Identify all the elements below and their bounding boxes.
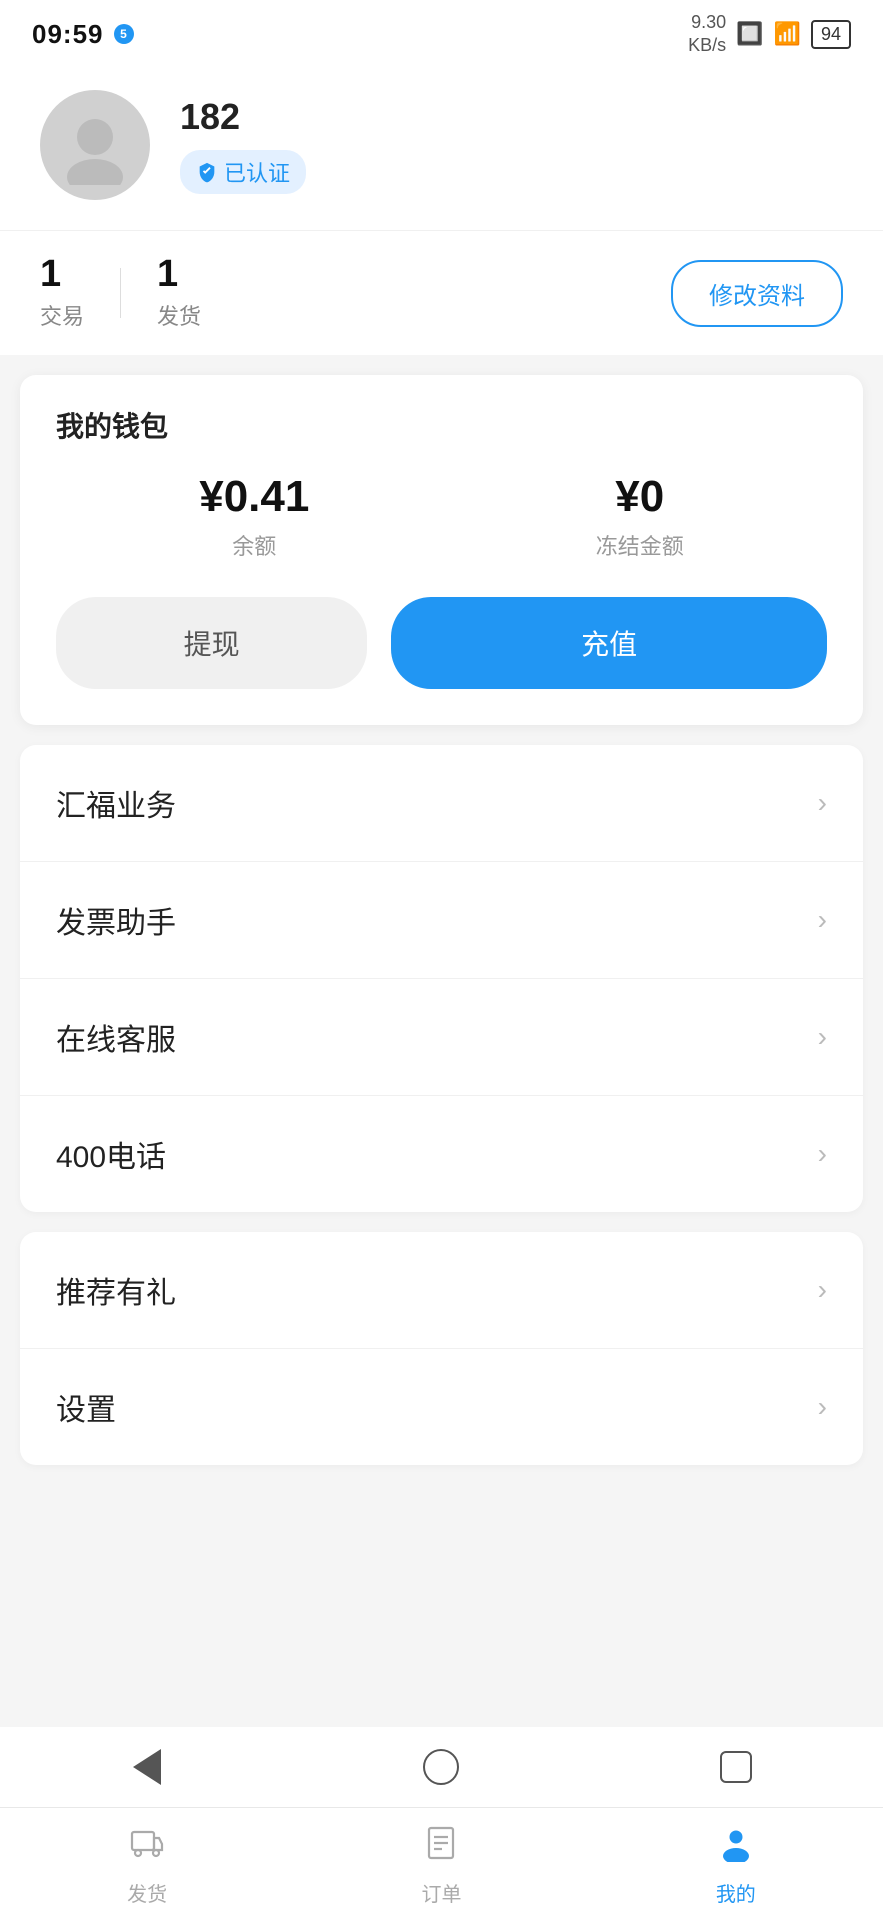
nav-label-shipping: 发货: [127, 1878, 167, 1907]
menu-group-2: 推荐有礼 › 设置 ›: [20, 1232, 863, 1465]
wallet-title: 我的钱包: [56, 405, 827, 445]
menu-item-settings[interactable]: 设置 ›: [20, 1349, 863, 1465]
transactions-label: 交易: [40, 299, 84, 331]
system-home-button[interactable]: [416, 1742, 466, 1792]
wifi-icon: 📶: [774, 21, 801, 47]
chevron-right-icon-2: ›: [818, 904, 827, 936]
chevron-right-icon-4: ›: [818, 1138, 827, 1170]
system-nav-bar: [0, 1727, 883, 1807]
bottom-nav: 发货 订单 我的: [0, 1807, 883, 1917]
menu-item-service-label: 在线客服: [56, 1015, 176, 1059]
stat-divider: [120, 268, 121, 318]
verified-badge: 已认证: [180, 150, 306, 194]
battery-icon: 94: [811, 20, 851, 49]
nav-label-orders: 订单: [421, 1878, 461, 1907]
chevron-right-icon-1: ›: [818, 787, 827, 819]
shield-icon: [196, 161, 218, 183]
menu-item-invoice-label: 发票助手: [56, 898, 176, 942]
profile-info: 182 已认证: [180, 96, 306, 194]
verified-label: 已认证: [224, 156, 290, 188]
nav-item-mine[interactable]: 我的: [589, 1824, 883, 1907]
menu-item-invoice[interactable]: 发票助手 ›: [20, 862, 863, 979]
shipments-label: 发货: [157, 299, 201, 331]
withdraw-button[interactable]: 提现: [56, 597, 367, 689]
menu-item-huifu-label: 汇福业务: [56, 781, 176, 825]
stats-section: 1 交易 1 发货 修改资料: [0, 230, 883, 355]
menu-item-phone-label: 400电话: [56, 1132, 166, 1176]
menu-item-huifu[interactable]: 汇福业务 ›: [20, 745, 863, 862]
shipping-nav-icon: [128, 1824, 166, 1872]
status-time: 09:59: [32, 19, 104, 50]
system-recents-button[interactable]: [711, 1742, 761, 1792]
avatar: [40, 90, 150, 200]
edit-profile-button[interactable]: 修改资料: [671, 260, 843, 327]
balance-value: ¥0.41: [199, 475, 309, 519]
menu-item-settings-label: 设置: [56, 1385, 116, 1429]
balance-item: ¥0.41 余额: [199, 475, 309, 561]
profile-section: 182 已认证: [0, 60, 883, 230]
frozen-item: ¥0 冻结金额: [596, 475, 684, 561]
transactions-count: 1: [40, 255, 61, 293]
recharge-button[interactable]: 充值: [391, 597, 827, 689]
speed-indicator: 9.30KB/s: [688, 11, 726, 58]
avatar-placeholder-icon: [55, 105, 135, 185]
status-bar: 09:59 5 9.30KB/s 🔲 📶 94: [0, 0, 883, 60]
shipments-count: 1: [157, 255, 178, 293]
menu-item-service[interactable]: 在线客服 ›: [20, 979, 863, 1096]
frozen-label: 冻结金额: [596, 529, 684, 561]
balance-label: 余额: [232, 529, 276, 561]
menu-item-referral[interactable]: 推荐有礼 ›: [20, 1232, 863, 1349]
nav-label-mine: 我的: [716, 1878, 756, 1907]
transactions-stat: 1 交易: [40, 255, 84, 331]
menu-group-1: 汇福业务 › 发票助手 › 在线客服 › 400电话 ›: [20, 745, 863, 1212]
wallet-section: 我的钱包 ¥0.41 余额 ¥0 冻结金额 提现 充值: [20, 375, 863, 725]
chevron-right-icon-5: ›: [818, 1274, 827, 1306]
chevron-right-icon-3: ›: [818, 1021, 827, 1053]
notification-badge: 5: [114, 24, 134, 44]
chevron-right-icon-6: ›: [818, 1391, 827, 1423]
photo-icon: 🔲: [736, 21, 763, 47]
mine-nav-icon: [717, 1824, 755, 1872]
nav-item-shipping[interactable]: 发货: [0, 1824, 294, 1907]
wallet-actions: 提现 充值: [56, 597, 827, 689]
nav-item-orders[interactable]: 订单: [294, 1824, 588, 1907]
frozen-value: ¥0: [615, 475, 664, 519]
status-icons: 9.30KB/s 🔲 📶 94: [688, 11, 851, 58]
system-back-button[interactable]: [122, 1742, 172, 1792]
menu-item-referral-label: 推荐有礼: [56, 1268, 176, 1312]
wallet-amounts: ¥0.41 余额 ¥0 冻结金额: [56, 475, 827, 561]
shipments-stat: 1 发货: [157, 255, 201, 331]
orders-nav-icon: [422, 1824, 460, 1872]
profile-name: 182: [180, 96, 306, 138]
menu-item-phone[interactable]: 400电话 ›: [20, 1096, 863, 1212]
